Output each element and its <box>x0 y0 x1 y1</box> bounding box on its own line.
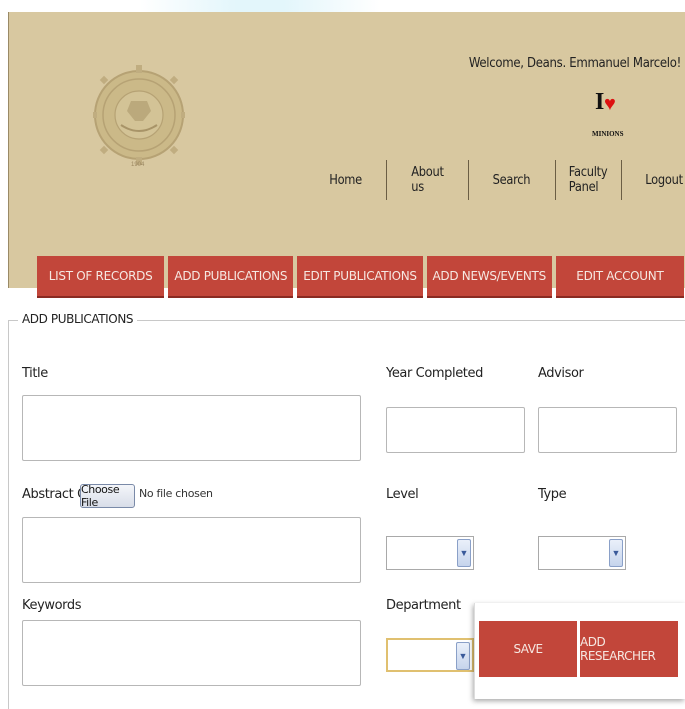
top-strip <box>0 0 685 12</box>
save-button[interactable]: SAVE <box>479 621 577 677</box>
chevron-down-icon: ▼ <box>457 539 471 567</box>
keywords-label: Keywords <box>22 598 82 613</box>
department-select[interactable]: ▼ <box>386 638 474 672</box>
choose-file-button[interactable]: Choose File <box>80 483 135 509</box>
department-label: Department <box>386 598 461 613</box>
file-status: No file chosen <box>139 487 213 500</box>
chevron-down-icon: ▼ <box>456 642 470 670</box>
nav-separator <box>467 160 469 200</box>
type-select[interactable]: ▼ <box>538 536 626 570</box>
nav-separator <box>386 160 387 200</box>
type-label: Type <box>538 487 567 502</box>
advisor-input[interactable] <box>538 407 677 453</box>
tab-edit-publications[interactable]: EDIT PUBLICATIONS <box>297 256 423 298</box>
nav-about-us[interactable]: About us <box>392 165 463 195</box>
badge-text: MINIONS <box>592 130 624 138</box>
admin-menu: LIST OF RECORDS ADD PUBLICATIONS EDIT PU… <box>37 256 684 298</box>
university-seal-logo: 1904 <box>89 30 189 200</box>
year-completed-input[interactable] <box>386 407 525 453</box>
heart-icon: ♥ <box>604 93 616 115</box>
tab-add-news-events[interactable]: ADD NEWS/EVENTS <box>426 256 552 298</box>
tab-edit-account[interactable]: EDIT ACCOUNT <box>555 256 684 298</box>
section-title: ADD PUBLICATIONS <box>18 312 138 326</box>
seal-year: 1904 <box>131 162 145 168</box>
year-completed-label: Year Completed <box>386 366 483 381</box>
advisor-label: Advisor <box>538 366 584 381</box>
title-textarea[interactable] <box>22 395 361 461</box>
level-select[interactable]: ▼ <box>386 536 474 570</box>
keywords-textarea[interactable] <box>22 620 361 686</box>
abstract-textarea[interactable] <box>22 517 361 583</box>
nav-separator <box>621 160 622 200</box>
chevron-down-icon: ▼ <box>609 539 623 567</box>
tab-list-of-records[interactable]: LIST OF RECORDS <box>37 256 165 298</box>
fieldset-left-border <box>8 320 9 709</box>
nav-search[interactable]: Search <box>473 173 549 188</box>
welcome-message: Welcome, Deans. Emmanuel Marcelo! <box>468 56 681 71</box>
level-label: Level <box>386 487 419 502</box>
tab-add-publications[interactable]: ADD PUBLICATIONS <box>168 256 294 298</box>
nav-home[interactable]: Home <box>310 173 381 188</box>
nav-separator <box>555 160 556 200</box>
title-label: Title <box>22 366 48 381</box>
add-researcher-button[interactable]: ADD RESEARCHER <box>580 621 678 677</box>
minions-badge: I ♥ MINIONS <box>592 90 624 144</box>
nav-logout[interactable]: Logout <box>626 173 683 188</box>
nav-faculty-panel[interactable]: Faculty Panel <box>560 165 618 195</box>
top-accent <box>140 0 380 12</box>
badge-letter: I <box>595 89 605 115</box>
top-navigation: Home About us Search Faculty Panel Logou… <box>305 160 685 200</box>
site-header: 1904 Welcome, Deans. Emmanuel Marcelo! I… <box>8 12 685 298</box>
